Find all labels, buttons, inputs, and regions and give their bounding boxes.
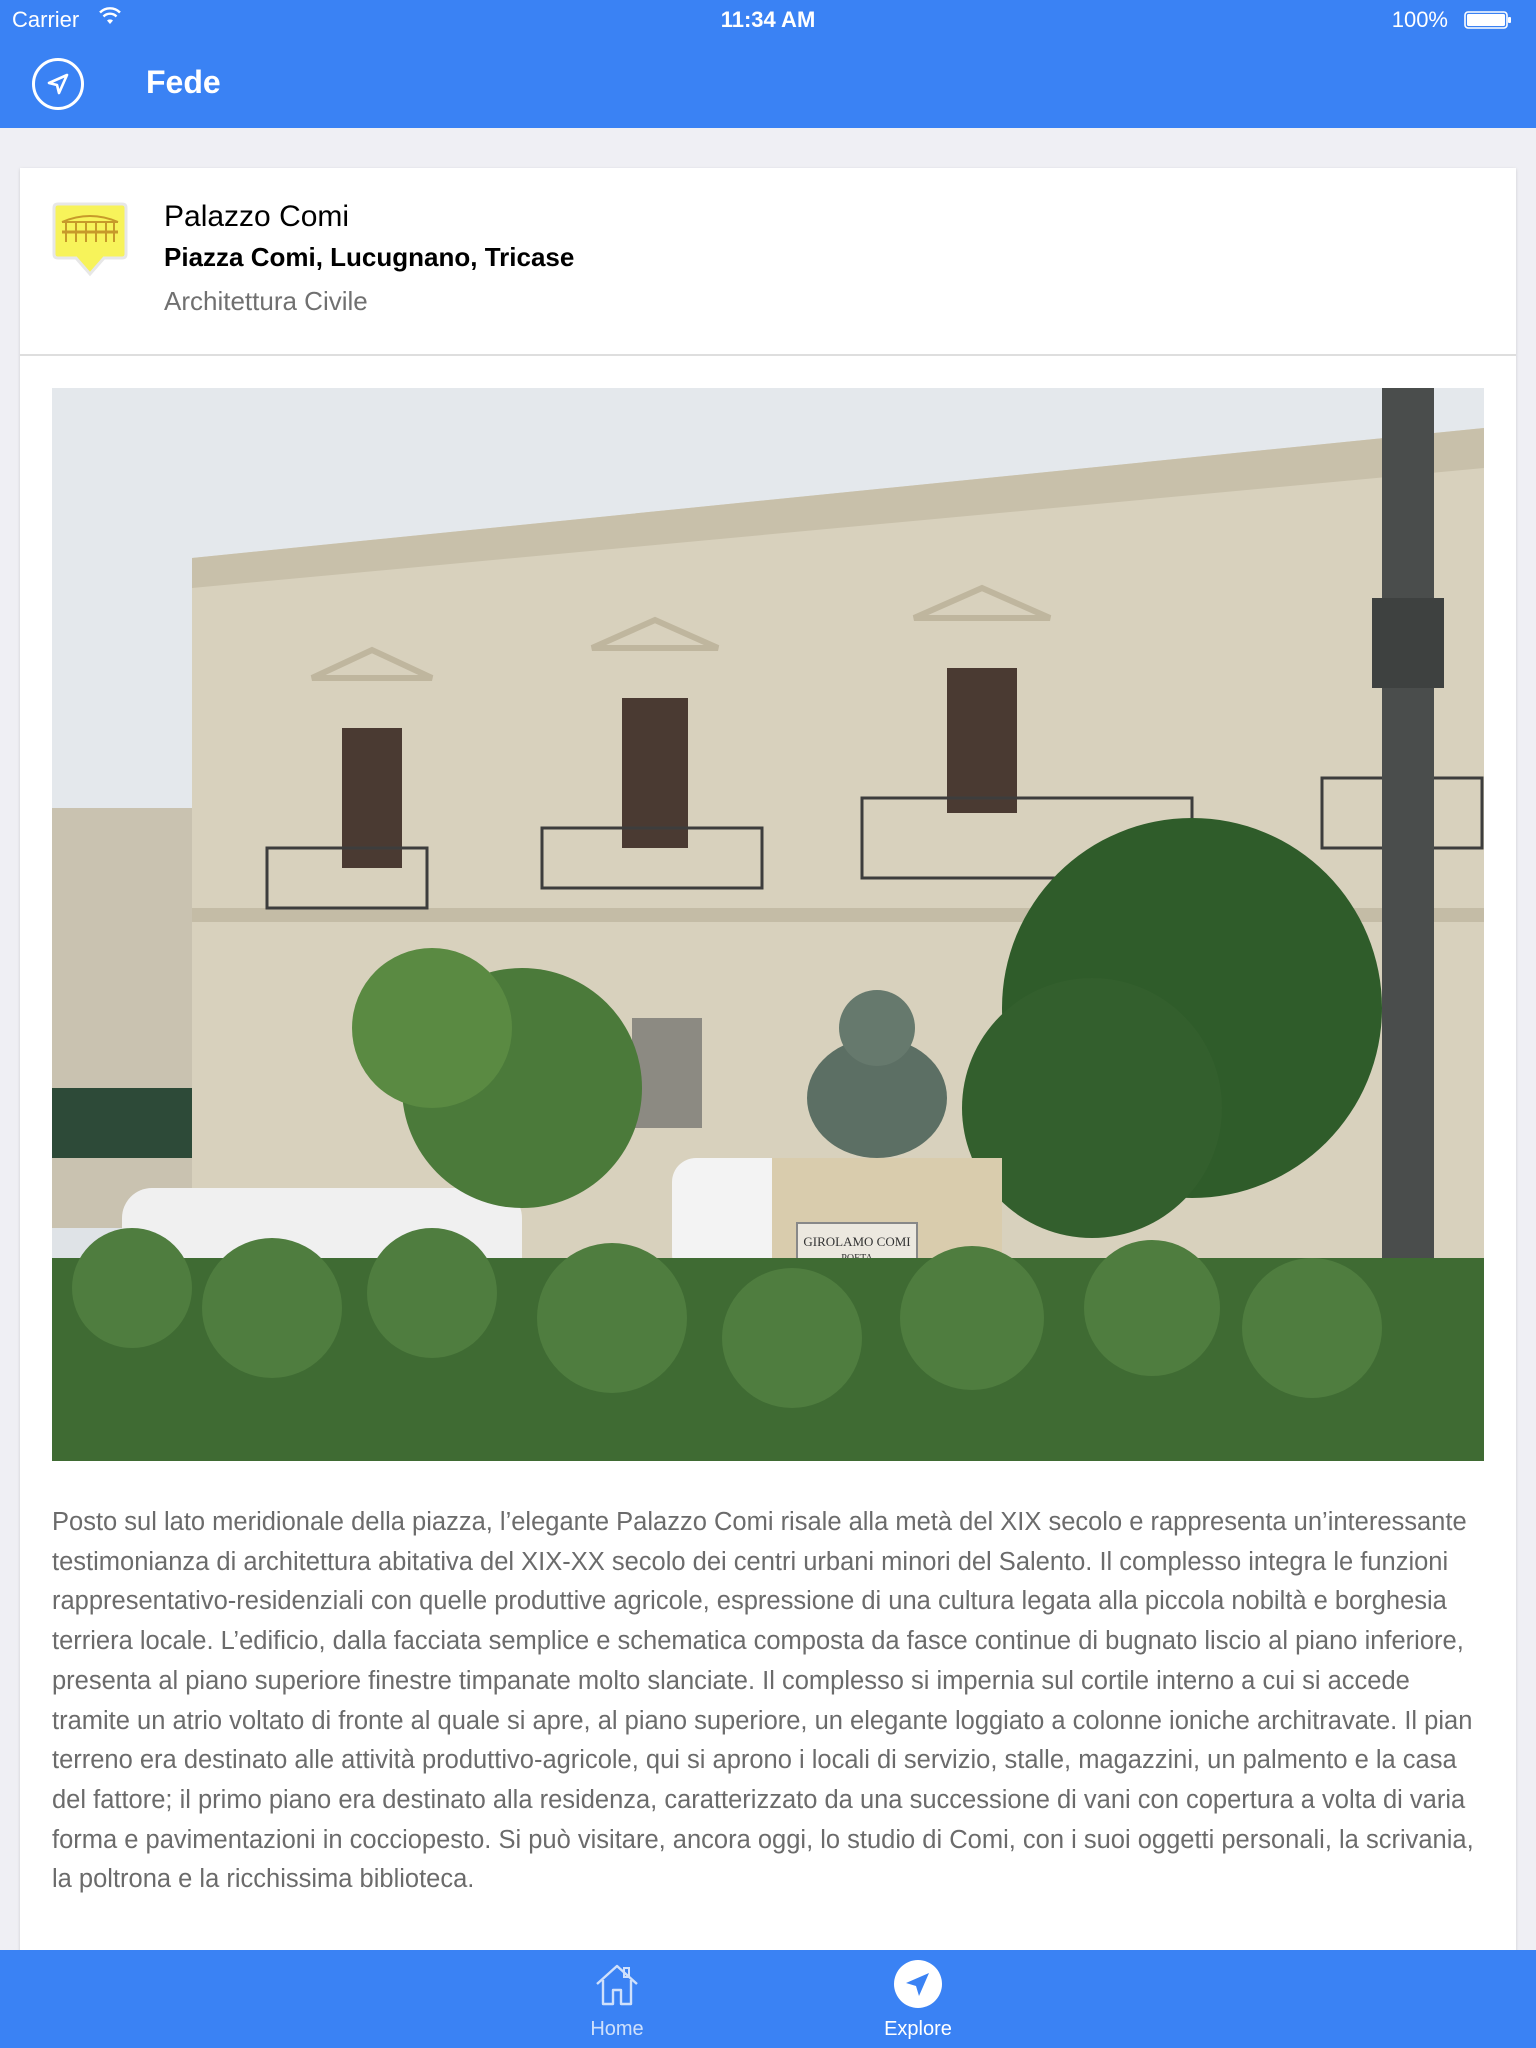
poi-photo: GIROLAMO COMI POETA xyxy=(52,388,1484,1461)
status-bar: Carrier 11:34 AM 100% xyxy=(0,0,1536,40)
explore-compass-icon xyxy=(894,1960,942,2008)
tab-explore-label: Explore xyxy=(884,2018,952,2040)
nav-bar: Fede xyxy=(0,40,1536,128)
tab-bar: Home Explore xyxy=(0,1950,1536,2048)
battery-icon xyxy=(1464,11,1511,29)
page-title: Fede xyxy=(146,64,221,100)
poi-card: Palazzo Comi Piazza Comi, Lucugnano, Tri… xyxy=(20,168,1516,2048)
poi-description: Posto sul lato meridionale della piazza,… xyxy=(52,1508,1474,1894)
poi-header: Palazzo Comi Piazza Comi, Lucugnano, Tri… xyxy=(20,168,1516,356)
battery-percent: 100% xyxy=(1391,7,1448,32)
home-icon xyxy=(596,1964,638,2006)
top-bar: Carrier 11:34 AM 100% Fede xyxy=(0,0,1536,128)
poi-name: Palazzo Comi xyxy=(164,200,350,233)
bridge-category-icon xyxy=(52,202,128,277)
clock: 11:34 AM xyxy=(720,7,816,32)
tab-home[interactable]: Home xyxy=(517,1950,717,2048)
tab-explore[interactable]: Explore xyxy=(818,1950,1018,2048)
svg-text:GIROLAMO COMI: GIROLAMO COMI xyxy=(803,1234,910,1249)
location-arrow-icon[interactable] xyxy=(32,58,84,110)
poi-address: Piazza Comi, Lucugnano, Tricase xyxy=(164,242,575,272)
tab-home-label: Home xyxy=(590,2018,644,2040)
poi-category: Architettura Civile xyxy=(164,286,368,316)
